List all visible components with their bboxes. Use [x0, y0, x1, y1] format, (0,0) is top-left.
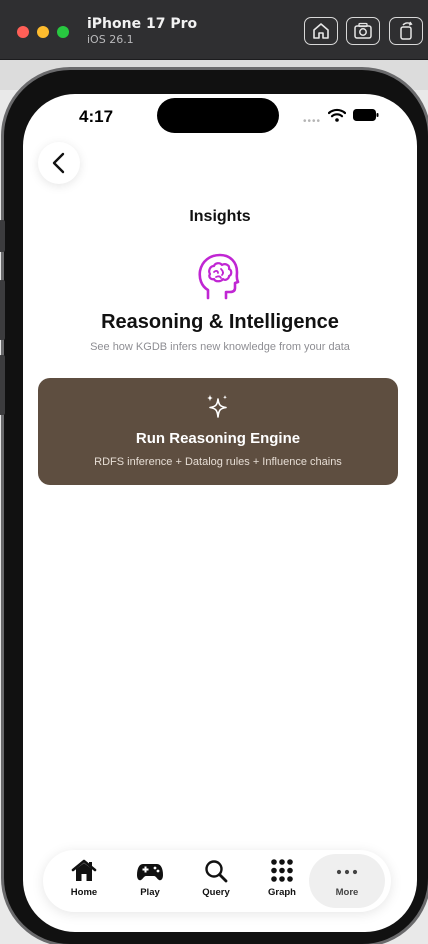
wifi-icon [328, 108, 346, 122]
ellipsis-icon [336, 869, 358, 875]
back-button[interactable] [38, 142, 80, 184]
simulator-rotate-button[interactable] [389, 17, 423, 45]
house-icon [71, 859, 97, 881]
tab-more[interactable]: More [309, 854, 385, 908]
section-subtitle: See how KGDB infers new knowledge from y… [90, 341, 350, 353]
dynamic-island [157, 98, 279, 133]
tab-more-label: More [335, 887, 359, 898]
magnifyingglass-icon [205, 860, 228, 883]
camera-icon [354, 22, 372, 39]
volume-up-button [0, 280, 5, 340]
tab-graph[interactable]: Graph [249, 854, 315, 908]
rotate-icon [400, 21, 413, 40]
brain-head-icon [198, 253, 240, 300]
minimize-window-button[interactable] [37, 26, 49, 38]
simulator-screenshot-button[interactable] [346, 17, 380, 45]
run-reasoning-engine-button[interactable]: Run Reasoning Engine RDFS inference + Da… [38, 378, 398, 485]
device-screen: 4:17 •••• Insights Reasoning & Intellige… [23, 94, 417, 932]
simulator-device-name: iPhone 17 Pro [87, 16, 198, 32]
status-time: 4:17 [79, 107, 114, 126]
chevron-left-icon [52, 152, 65, 174]
simulator-home-button[interactable] [304, 17, 338, 45]
tab-graph-label: Graph [268, 887, 296, 898]
tab-query-label: Query [202, 887, 230, 898]
tab-play-label: Play [140, 887, 160, 898]
tab-bar: Home Play Query Graph More [43, 850, 391, 912]
simulator-os-version: iOS 26.1 [87, 33, 134, 46]
tab-query[interactable]: Query [183, 854, 249, 908]
action-button [0, 220, 5, 252]
volume-down-button [0, 355, 5, 415]
close-window-button[interactable] [17, 26, 29, 38]
zoom-window-button[interactable] [57, 26, 69, 38]
signal-dots-icon: •••• [303, 116, 322, 127]
home-icon [313, 23, 329, 39]
iphone-device-frame: 4:17 •••• Insights Reasoning & Intellige… [0, 70, 428, 944]
sparkles-icon [207, 394, 227, 418]
run-card-subtitle: RDFS inference + Datalog rules + Influen… [94, 456, 342, 468]
gamecontroller-icon [137, 864, 163, 881]
run-card-title: Run Reasoning Engine [135, 430, 301, 447]
tab-play[interactable]: Play [117, 854, 183, 908]
tab-home[interactable]: Home [51, 854, 117, 908]
grid-dots-icon [271, 859, 293, 882]
tab-home-label: Home [70, 887, 98, 898]
nav-title: Insights [189, 208, 251, 225]
section-title: Reasoning & Intelligence [101, 311, 339, 333]
battery-icon [353, 109, 379, 121]
simulator-titlebar: iPhone 17 Pro iOS 26.1 [0, 0, 428, 60]
